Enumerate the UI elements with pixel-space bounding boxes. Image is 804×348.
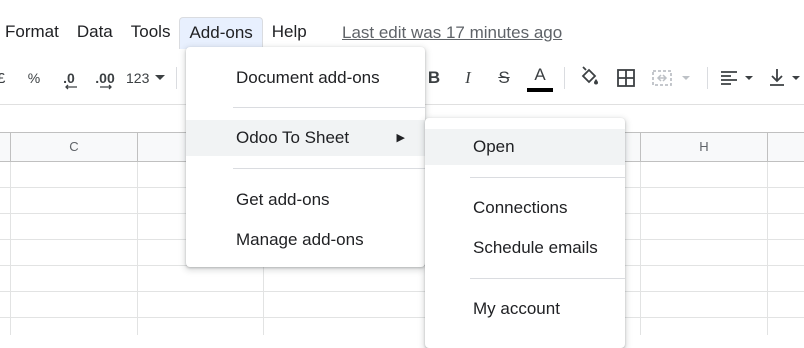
submenu-arrow-icon: ▶ — [396, 132, 405, 144]
caret-down-icon — [155, 75, 165, 80]
menu-separator — [233, 107, 425, 108]
text-color-swatch — [527, 88, 553, 92]
column-header-c[interactable]: C — [10, 132, 137, 162]
text-color-label: A — [534, 65, 546, 84]
decrease-decimal-button[interactable]: .0 — [56, 62, 82, 94]
borders-icon[interactable] — [614, 62, 638, 94]
menu-bar: Format Data Tools Add-ons Help — [0, 17, 316, 49]
percent-button[interactable]: % — [24, 62, 44, 94]
submenu-item-my-account[interactable]: My account — [425, 291, 625, 327]
submenu-item-connections[interactable]: Connections — [425, 190, 625, 226]
menu-separator — [470, 278, 625, 279]
column-header-h[interactable]: H — [640, 132, 767, 162]
add-ons-menu: Document add-ons Odoo To Sheet ▶ Get add… — [186, 47, 425, 267]
currency-icon[interactable]: £ — [0, 62, 8, 94]
menu-item-document-add-ons[interactable]: Document add-ons — [186, 60, 425, 96]
italic-button[interactable]: I — [458, 62, 478, 94]
toolbar-separator — [707, 67, 708, 89]
strikethrough-button[interactable]: S — [494, 62, 514, 94]
svg-text:£: £ — [0, 70, 6, 87]
horizontal-align-icon[interactable] — [718, 62, 758, 94]
number-format-label: 123 — [126, 70, 150, 86]
fill-color-icon[interactable] — [577, 62, 601, 94]
arrow-right-icon — [100, 84, 112, 90]
column-header-i[interactable] — [767, 132, 804, 162]
increase-decimal-button[interactable]: .00 — [91, 62, 119, 94]
menu-separator — [233, 168, 425, 169]
menu-data[interactable]: Data — [68, 17, 122, 47]
number-format-dropdown[interactable]: 123 — [126, 62, 166, 94]
toolbar-separator — [564, 67, 565, 89]
menu-item-odoo-to-sheet[interactable]: Odoo To Sheet ▶ — [186, 120, 425, 156]
odoo-to-sheet-label: Odoo To Sheet — [236, 128, 350, 147]
submenu-item-schedule-emails[interactable]: Schedule emails — [425, 230, 625, 266]
menu-item-manage-add-ons[interactable]: Manage add-ons — [186, 222, 425, 258]
submenu-item-open[interactable]: Open — [425, 129, 625, 165]
last-edit-link[interactable]: Last edit was 17 minutes ago — [342, 23, 562, 43]
menu-help[interactable]: Help — [263, 17, 316, 47]
menu-tools[interactable]: Tools — [122, 17, 180, 47]
bold-button[interactable]: B — [424, 62, 444, 94]
menu-item-get-add-ons[interactable]: Get add-ons — [186, 182, 425, 218]
merge-cells-icon[interactable] — [650, 62, 694, 94]
toolbar-separator — [176, 67, 177, 89]
menu-format[interactable]: Format — [0, 17, 68, 47]
text-color-button[interactable]: A — [526, 62, 554, 94]
grid-row-line — [0, 291, 804, 292]
menu-add-ons[interactable]: Add-ons — [179, 17, 263, 49]
grid-row-line — [0, 317, 804, 318]
menu-separator — [470, 177, 625, 178]
vertical-align-icon[interactable] — [766, 62, 804, 94]
arrow-left-icon — [65, 84, 77, 90]
odoo-to-sheet-submenu: Open Connections Schedule emails My acco… — [425, 118, 625, 348]
